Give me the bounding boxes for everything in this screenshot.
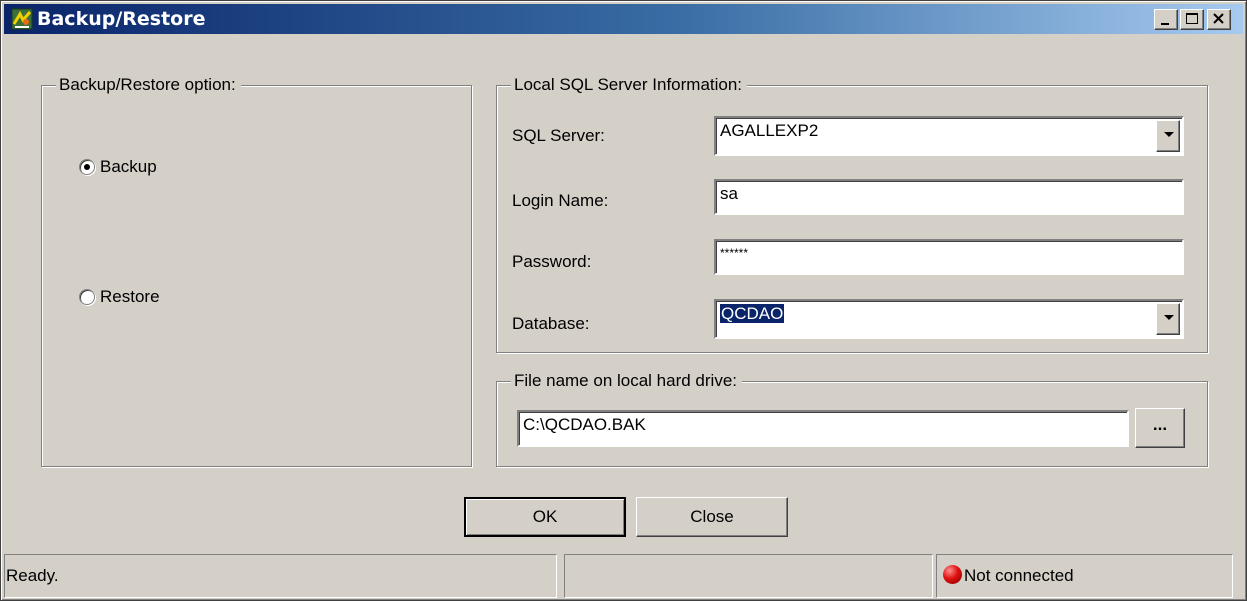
file-name-group: File name on local hard drive: C:\QCDAO.… [496, 371, 1208, 467]
backup-restore-window: Backup/Restore Backup/Restore option: Ba… [0, 0, 1247, 601]
maximize-icon [1186, 13, 1198, 24]
option-group-legend: Backup/Restore option: [56, 75, 241, 95]
title-bar[interactable]: Backup/Restore [4, 4, 1243, 34]
database-value: QCDAO [720, 304, 785, 323]
backup-restore-option-group: Backup/Restore option: Backup Restore [41, 75, 472, 467]
database-combobox[interactable]: QCDAO [714, 299, 1184, 339]
restore-radio-label[interactable]: Restore [100, 287, 160, 307]
backup-radio-label[interactable]: Backup [100, 157, 157, 177]
password-input[interactable]: ****** [714, 239, 1184, 275]
app-icon [11, 8, 33, 30]
minimize-button[interactable] [1154, 9, 1178, 30]
restore-radio[interactable] [79, 289, 95, 305]
status-pane-message: Ready. [4, 554, 557, 598]
password-value: ****** [720, 246, 749, 260]
close-button[interactable]: Close [636, 497, 788, 537]
ok-button[interactable]: OK [464, 497, 626, 537]
login-name-input[interactable]: sa [714, 179, 1184, 215]
login-name-value: sa [720, 184, 738, 203]
status-pane-connection: Not connected [936, 554, 1233, 598]
red-status-led-icon [943, 565, 962, 584]
file-path-input[interactable]: C:\QCDAO.BAK [517, 410, 1129, 447]
sql-server-combobox[interactable]: AGALLEXP2 [714, 116, 1184, 156]
database-dropdown-button[interactable] [1156, 303, 1180, 335]
close-icon [1213, 13, 1224, 24]
backup-radio[interactable] [79, 159, 95, 175]
maximize-button[interactable] [1180, 9, 1204, 30]
window-title: Backup/Restore [37, 8, 206, 30]
login-name-label: Login Name: [512, 191, 609, 210]
sql-group-legend: Local SQL Server Information: [511, 75, 748, 95]
sql-server-dropdown-button[interactable] [1156, 120, 1180, 152]
browse-button[interactable]: ... [1135, 408, 1185, 448]
file-path-value: C:\QCDAO.BAK [523, 415, 646, 434]
minimize-icon [1161, 23, 1169, 25]
status-pane-middle [564, 554, 933, 598]
sql-server-info-group: Local SQL Server Information: SQL Server… [496, 75, 1208, 353]
sql-server-label: SQL Server: [512, 126, 605, 145]
sql-server-value: AGALLEXP2 [720, 121, 819, 140]
close-window-button[interactable] [1207, 9, 1231, 30]
connection-status-text: Not connected [964, 566, 1074, 585]
file-group-legend: File name on local hard drive: [511, 371, 743, 391]
password-label: Password: [512, 252, 592, 271]
status-text: Ready. [6, 566, 59, 585]
database-label: Database: [512, 314, 590, 333]
